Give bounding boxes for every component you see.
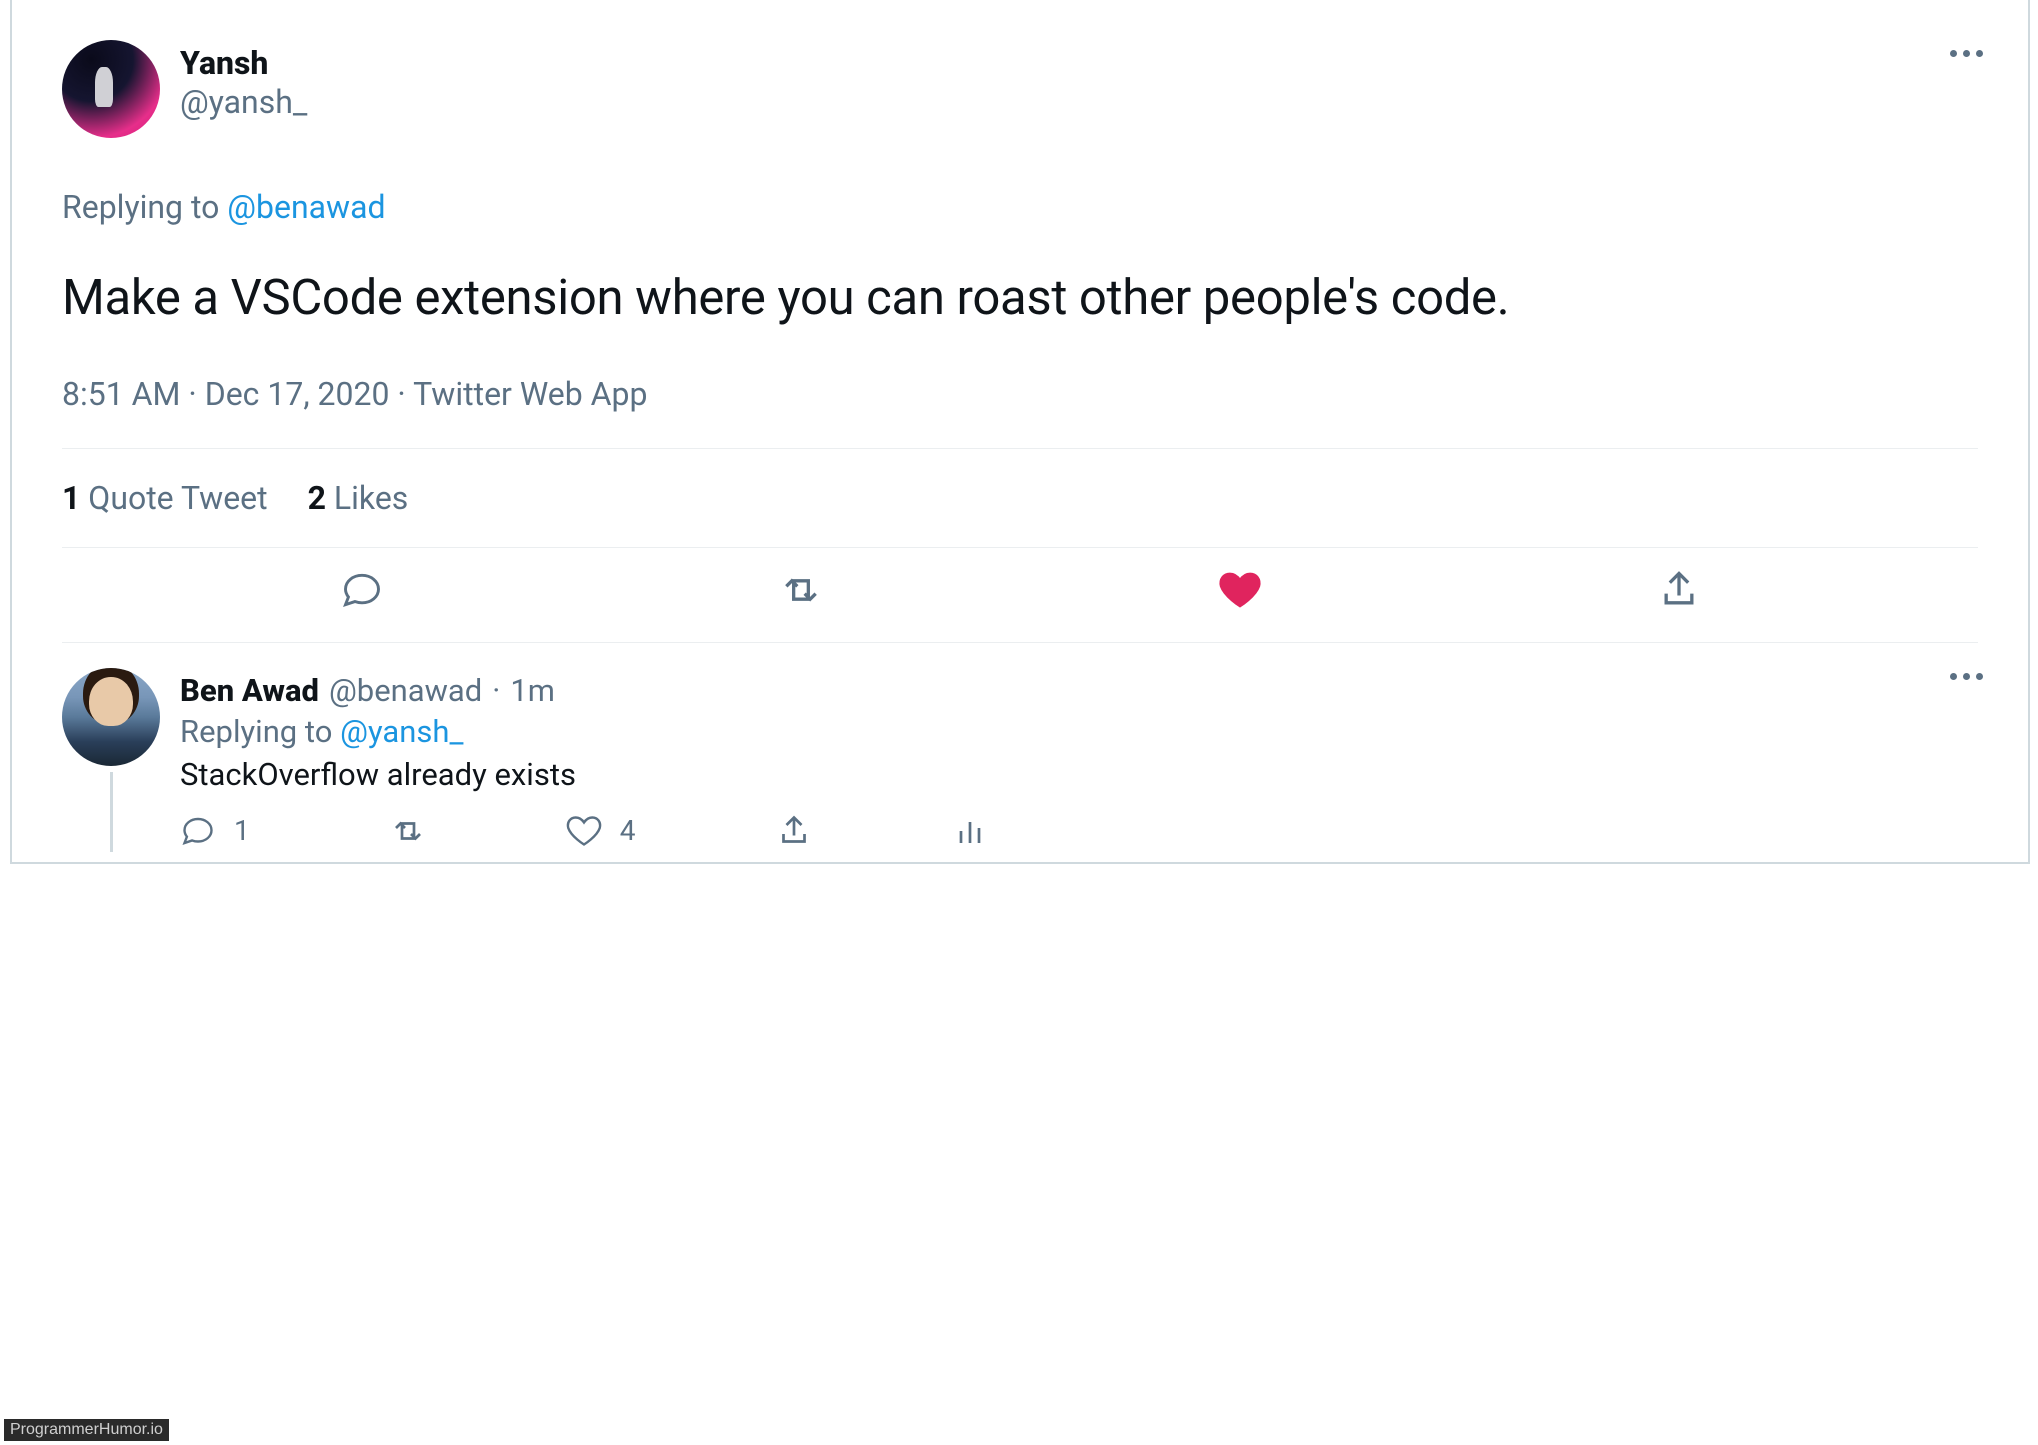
reply-reply-count: 1 [234, 814, 250, 847]
reply-like-button[interactable]: 4 [566, 813, 636, 849]
reply-age[interactable]: 1m [510, 672, 555, 709]
replying-prefix: Replying to [62, 188, 227, 226]
like-button[interactable] [1218, 568, 1262, 612]
retweet-icon [390, 813, 426, 849]
tweet-time[interactable]: 8:51 AM [62, 375, 180, 413]
avatar[interactable] [62, 40, 160, 138]
thread-line [110, 772, 113, 852]
reply-body: Ben Awad @benawad · 1m Replying to @yans… [180, 668, 1978, 852]
reply-handle[interactable]: @benawad [329, 672, 482, 709]
tweet-stats: 1 Quote Tweet 2 Likes [62, 449, 1978, 548]
reply-avatar-column [62, 668, 160, 852]
tweet-date[interactable]: Dec 17, 2020 [205, 375, 390, 413]
user-handle: @yansh_ [180, 82, 307, 124]
reply-button[interactable] [340, 568, 384, 612]
quote-label: Quote Tweet [80, 479, 267, 517]
tweet-source[interactable]: Twitter Web App [413, 375, 647, 413]
reply-mention[interactable]: @yansh_ [340, 713, 463, 750]
tweet-header: Yansh @yansh_ [62, 40, 1978, 138]
more-icon [1950, 673, 1983, 680]
like-count: 2 [308, 479, 326, 517]
reply-like-count: 4 [620, 814, 636, 847]
reply-share-button[interactable] [776, 813, 812, 849]
watermark: ProgrammerHumor.io [4, 1419, 169, 1441]
avatar[interactable] [62, 668, 160, 766]
analytics-icon [952, 813, 988, 849]
reply-header: Ben Awad @benawad · 1m [180, 672, 1978, 709]
reply-tweet[interactable]: Ben Awad @benawad · 1m Replying to @yans… [12, 643, 2028, 862]
share-icon [1657, 568, 1701, 612]
quote-count: 1 [62, 479, 80, 517]
reply-replying-prefix: Replying to [180, 713, 340, 750]
more-icon [1950, 50, 1983, 57]
reply-text: StackOverflow already exists [180, 756, 1978, 793]
display-name: Yansh [180, 44, 307, 82]
like-label: Likes [326, 479, 408, 517]
reply-display-name[interactable]: Ben Awad [180, 672, 319, 709]
retweet-button[interactable] [779, 568, 823, 612]
reply-icon [340, 568, 384, 612]
replying-mention[interactable]: @benawad [227, 188, 385, 226]
action-row [62, 548, 1978, 643]
tweet-card: Yansh @yansh_ Replying to @benawad Make … [10, 0, 2030, 864]
share-button[interactable] [1657, 568, 1701, 612]
replying-to: Replying to @benawad [62, 188, 1978, 226]
retweet-icon [779, 568, 823, 612]
reply-icon [180, 813, 216, 849]
likes-stat[interactable]: 2 Likes [308, 479, 409, 517]
reply-retweet-button[interactable] [390, 813, 426, 849]
reply-replying-to: Replying to @yansh_ [180, 713, 1978, 750]
main-tweet: Yansh @yansh_ Replying to @benawad Make … [12, 30, 2028, 643]
reply-actions: 1 4 [180, 813, 1978, 849]
reply-reply-button[interactable]: 1 [180, 813, 250, 849]
quote-tweets-stat[interactable]: 1 Quote Tweet [62, 479, 268, 517]
tweet-text: Make a VSCode extension where you can ro… [62, 266, 1978, 330]
heart-icon [1218, 568, 1262, 612]
heart-icon [566, 813, 602, 849]
tweet-meta: 8:51 AM · Dec 17, 2020 · Twitter Web App [62, 375, 1978, 449]
reply-analytics-button[interactable] [952, 813, 988, 849]
user-names[interactable]: Yansh @yansh_ [180, 40, 307, 124]
reply-more-button[interactable] [1950, 673, 1983, 680]
share-icon [776, 813, 812, 849]
more-button[interactable] [1950, 50, 1983, 57]
